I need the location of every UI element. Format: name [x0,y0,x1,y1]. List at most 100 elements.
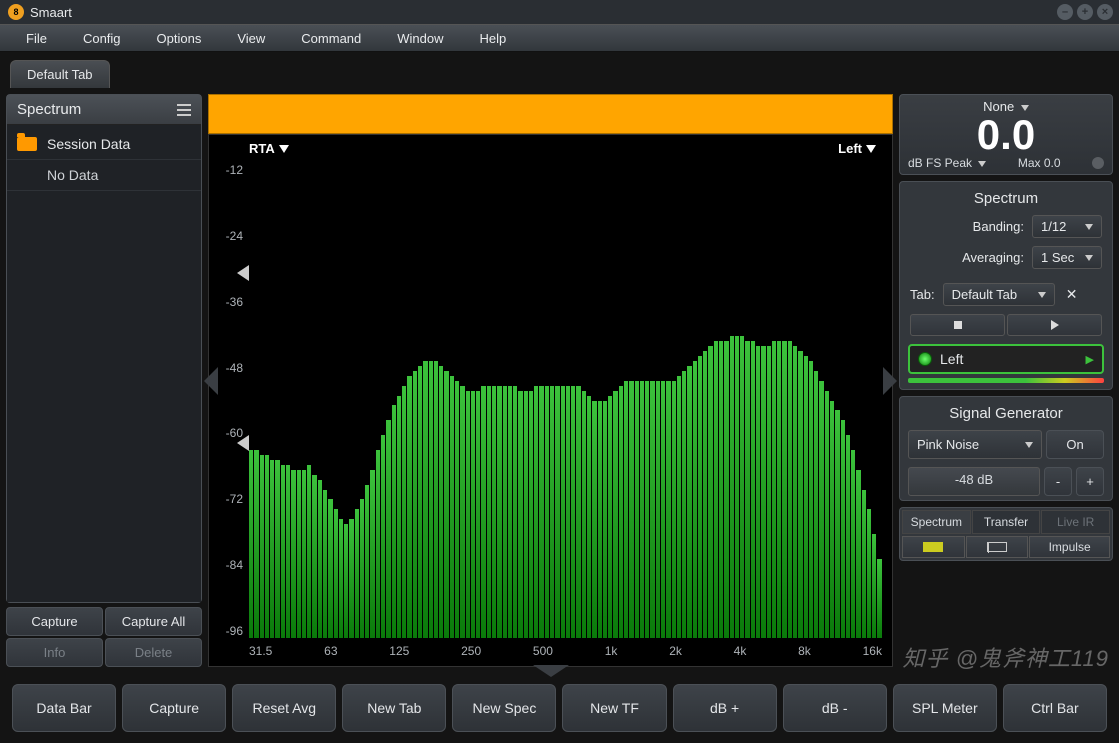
spectrum-bar [677,376,681,638]
menu-help[interactable]: Help [462,27,525,50]
meter-box: None 0.0 dB FS Peak Max 0.0 [899,94,1113,175]
tree-nodata[interactable]: No Data [7,160,201,191]
stop-button[interactable] [910,314,1005,336]
spectrum-bar [740,336,744,638]
banding-value: 1/12 [1041,219,1066,234]
spectrum-bar [619,386,623,638]
siggen-on-button[interactable]: On [1046,430,1104,459]
spectrum-bar [640,381,644,638]
spectrum-bar [275,460,279,638]
spectrum-bar [587,396,591,638]
rta-label[interactable]: RTA [249,141,289,156]
spectrum-bar [286,465,290,638]
spectrum-bar [751,341,755,638]
spectrum-bar [481,386,485,638]
spectrum-bar [349,519,353,638]
db-plus-button[interactable]: dB + [673,684,777,732]
spectrum-bar [841,420,845,638]
expand-left-icon[interactable] [204,367,218,395]
view-split-button[interactable] [966,536,1029,558]
spectrum-bar [608,396,612,638]
chevron-down-icon [978,161,986,167]
x-tick: 250 [461,644,481,662]
y-tick: -60 [215,426,243,440]
menu-config[interactable]: Config [65,27,139,50]
capture-all-button[interactable]: Capture All [105,607,202,636]
tab-select[interactable]: Default Tab [943,283,1055,306]
clip-indicator-icon[interactable] [1092,157,1104,169]
new-tab-button[interactable]: New Tab [342,684,446,732]
play-button[interactable] [1007,314,1102,336]
rta-chart[interactable]: RTA Left -12 -24 -36 -48 -60 -72 -84 -96 [208,134,893,667]
spectrum-bar [513,386,517,638]
chevron-down-icon [1038,292,1046,298]
x-tick: 8k [798,644,811,662]
spectrum-bar [650,381,654,638]
expand-right-icon[interactable] [883,367,897,395]
close-icon[interactable]: × [1097,4,1113,20]
spectrum-bar [603,401,607,639]
spectrum-bar [645,381,649,638]
menu-command[interactable]: Command [283,27,379,50]
view-transfer-tab[interactable]: Transfer [972,510,1041,534]
spectrum-bar [334,509,338,638]
minimize-icon[interactable]: – [1057,4,1073,20]
spectrum-bar [687,366,691,638]
channel-left[interactable]: Left ▶ [908,344,1104,374]
siggen-plus-button[interactable]: + [1076,467,1104,496]
new-tf-button[interactable]: New TF [562,684,666,732]
menu-window[interactable]: Window [379,27,461,50]
spectrum-bar [318,480,322,638]
channel-label[interactable]: Left [838,141,876,156]
spectrum-bar [466,391,470,638]
banding-select[interactable]: 1/12 [1032,215,1102,238]
view-spectrum-tab[interactable]: Spectrum [902,510,971,534]
menu-file[interactable]: File [8,27,65,50]
bottom-toolbar: Data Bar Capture Reset Avg New Tab New S… [0,673,1119,743]
menu-options[interactable]: Options [139,27,220,50]
ctrl-bar-button[interactable]: Ctrl Bar [1003,684,1107,732]
reset-avg-button[interactable]: Reset Avg [232,684,336,732]
app-icon: 8 [8,4,24,20]
spl-meter-button[interactable]: SPL Meter [893,684,997,732]
chevron-down-icon [279,145,289,153]
x-tick: 125 [389,644,409,662]
new-spec-button[interactable]: New Spec [452,684,556,732]
view-impulse-button[interactable]: Impulse [1029,536,1110,558]
app-title: Smaart [30,5,72,20]
view-liveir-tab[interactable]: Live IR [1041,510,1110,534]
averaging-select[interactable]: 1 Sec [1032,246,1102,269]
channel-play-icon[interactable]: ▶ [1086,353,1094,366]
x-tick: 1k [605,644,618,662]
expand-down-icon[interactable] [533,665,569,677]
databar-button[interactable]: Data Bar [12,684,116,732]
spectrum-bar [613,391,617,638]
delete-button[interactable]: Delete [105,638,202,667]
capture-bottom-button[interactable]: Capture [122,684,226,732]
siggen-minus-button[interactable]: - [1044,467,1072,496]
spectrum-bar [767,346,771,638]
view-single-button[interactable] [902,536,965,558]
spectrum-bar [777,341,781,638]
maximize-icon[interactable]: + [1077,4,1093,20]
spectrum-bar [672,381,676,638]
tree-root[interactable]: Session Data [7,129,201,160]
capture-button[interactable]: Capture [6,607,103,636]
db-minus-button[interactable]: dB - [783,684,887,732]
sidebar-header: Spectrum [7,95,201,125]
spectrum-bar [566,386,570,638]
chevron-down-icon [1021,105,1029,111]
tree-nodata-label: No Data [47,167,98,183]
tab-value: Default Tab [952,287,1018,302]
info-button[interactable]: Info [6,638,103,667]
spectrum-bar [434,361,438,638]
single-pane-icon [923,542,943,552]
siggen-type-select[interactable]: Pink Noise [908,430,1042,459]
spectrum-bar [682,371,686,638]
menu-view[interactable]: View [219,27,283,50]
tab-default[interactable]: Default Tab [10,60,110,88]
settings-icon[interactable]: ✕ [1063,286,1081,304]
meter-scale-select[interactable]: dB FS Peak [908,156,986,170]
spectrum-bar [745,341,749,638]
hamburger-icon[interactable] [177,104,191,116]
